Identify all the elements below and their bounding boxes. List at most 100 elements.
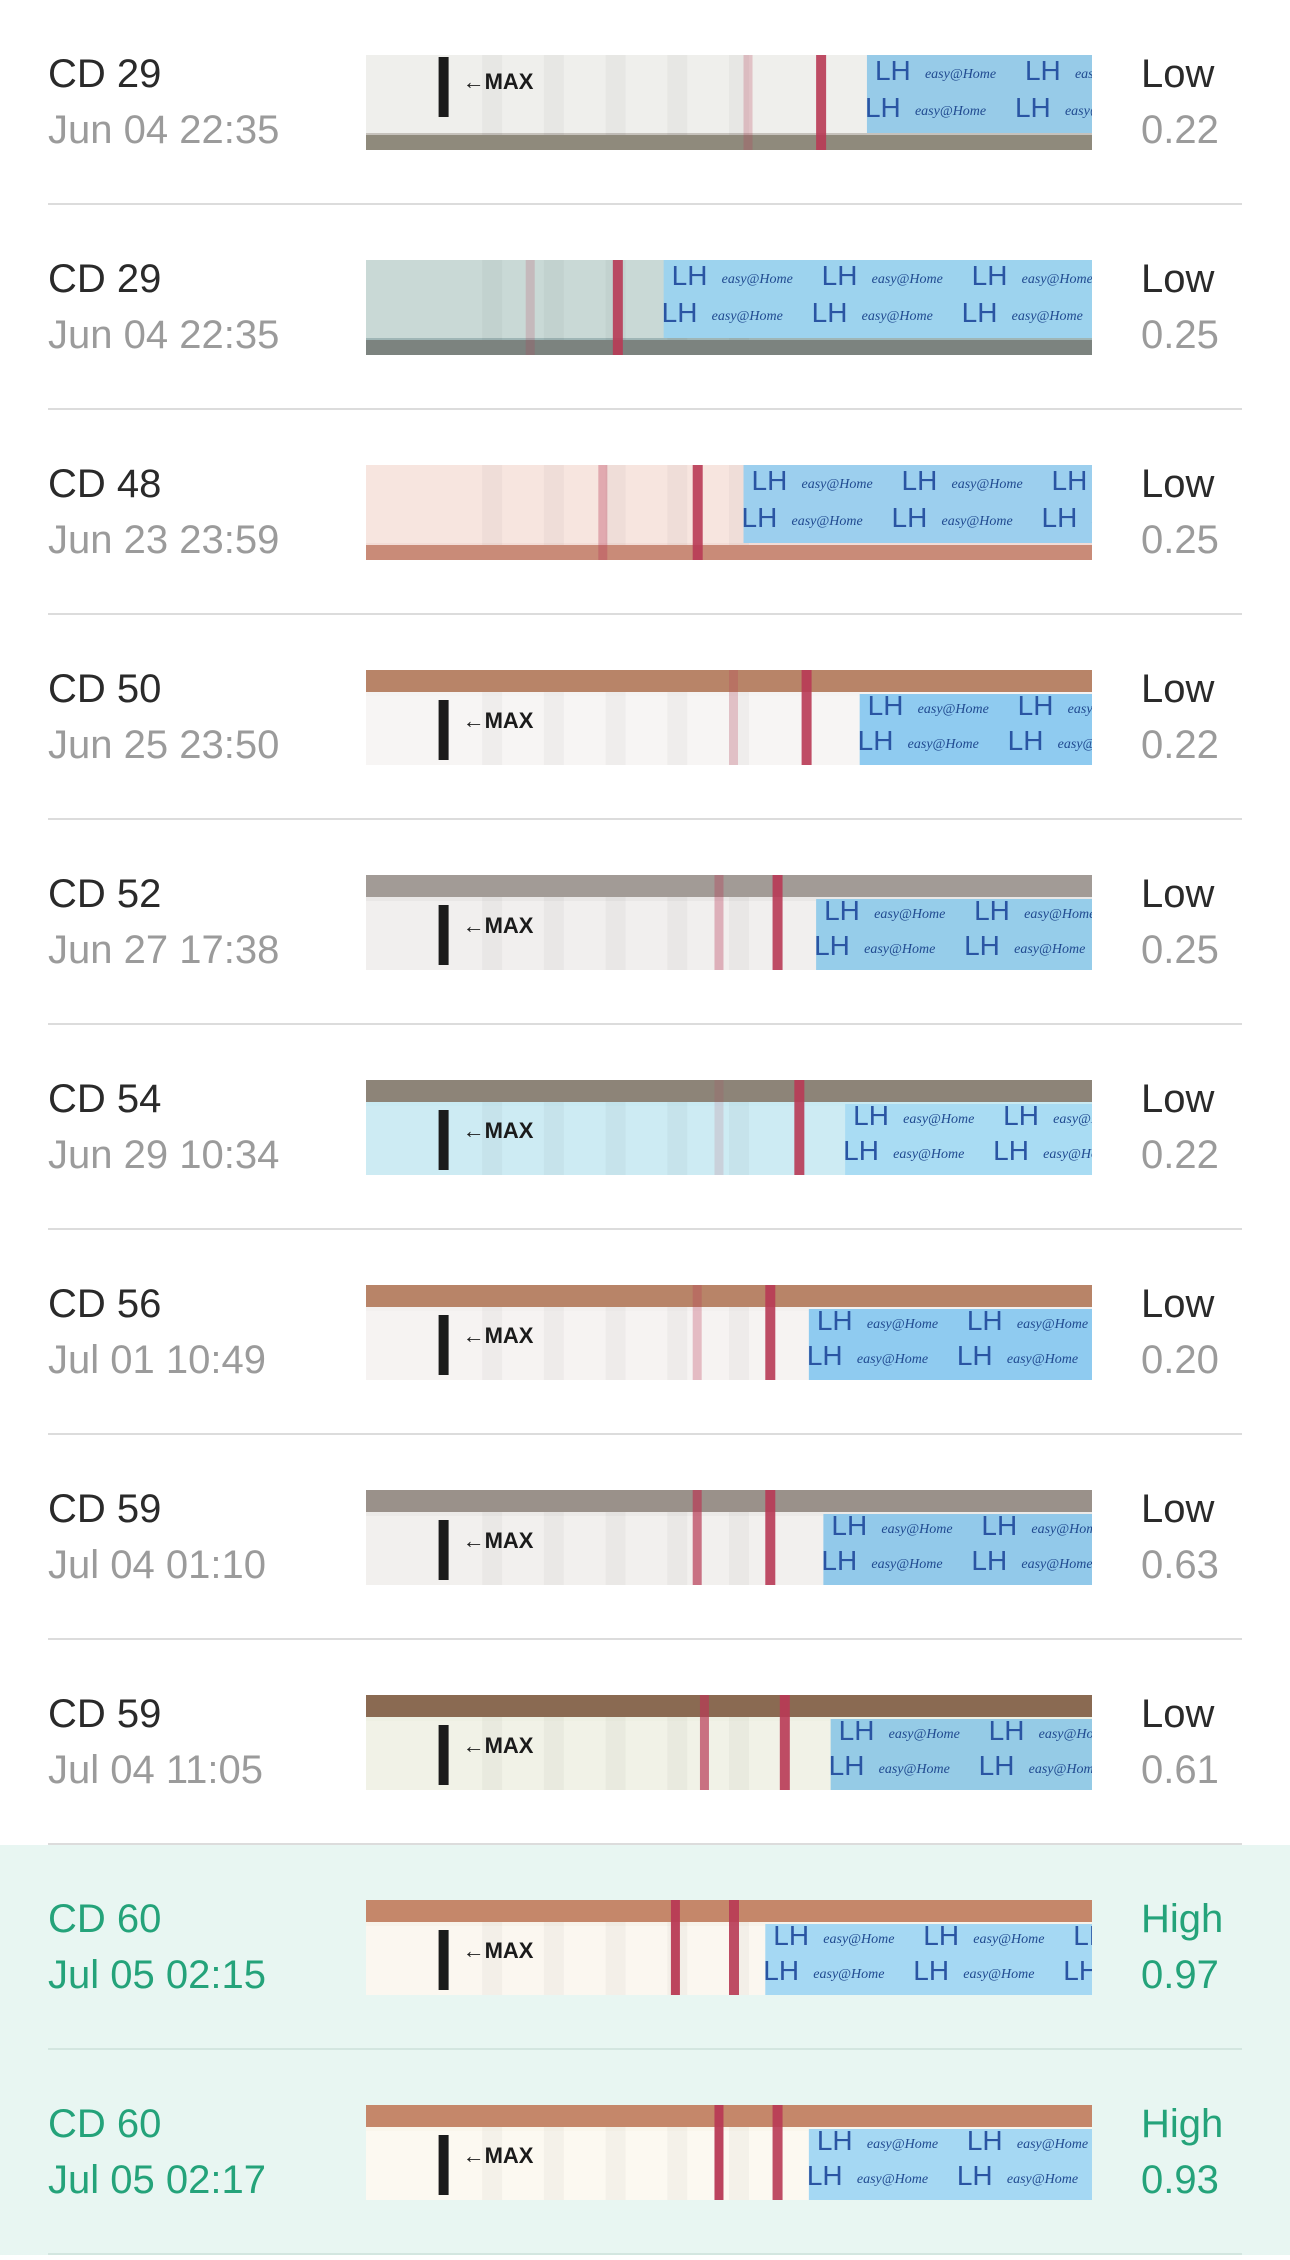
brand-mark: easy@Home [813,1967,884,1982]
lh-mark: LH [923,1920,959,1951]
test-row[interactable]: CD 52 Jun 27 17:38 ←MAX LH easy@Home LH easy… [0,820,1290,1025]
result-ratio: 0.20 [1141,1338,1219,1382]
test-timestamp: Jun 04 22:35 [48,108,280,152]
lh-mark: LH [807,1340,843,1371]
lh-mark: LH [752,465,788,496]
test-strip-photo: ←MAX LH easy@Home LH easy@Home LH easy@Home LH e… [366,875,1092,970]
lh-mark: LH [962,297,998,328]
lh-mark: LH [821,1545,857,1576]
cycle-day-label: CD 52 [48,872,162,916]
brand-mark: easy@Home [712,309,783,324]
test-strip-photo: ←MAX LH easy@Home LH easy@Home LH easy@Home LH e… [366,1285,1092,1380]
brand-mark: easy@Home [722,272,793,287]
brand-mark: easy@Home [908,737,979,752]
result-ratio: 0.61 [1141,1748,1219,1792]
result-status: Low [1141,462,1215,506]
result-status: Low [1141,872,1215,916]
max-label: ←MAX [463,1733,534,1758]
brand-mark: easy@Home [1075,67,1092,82]
brand-mark: easy@Home [792,514,863,529]
brand-mark: easy@Home [874,907,945,922]
lh-mark: LH [913,1955,949,1986]
brand-mark: easy@Home [1068,702,1092,717]
lh-mark: LH [814,930,850,961]
lh-test-list: CD 29 Jun 04 22:35 ←MAX LH easy@Home LH easy… [0,0,1290,2255]
lh-mark: LH [817,2125,853,2156]
brand-mark: easy@Home [1065,104,1092,119]
brand-mark: easy@Home [879,1762,950,1777]
brand-mark: easy@Home [1029,1762,1092,1777]
max-label: ←MAX [463,1938,534,1963]
lh-mark: LH [967,2125,1003,2156]
max-line-mark [438,1520,449,1580]
brand-mark: easy@Home [925,67,996,82]
lh-mark: LH [967,1305,1003,1336]
lh-mark: LH [902,465,938,496]
cycle-day-label: CD 56 [48,1282,162,1326]
control-line [772,2105,783,2200]
test-strip-photo: ←MAX LH easy@Home LH easy@Home LH easy@Home LH e… [366,1490,1092,1585]
test-row[interactable]: CD 60 Jul 05 02:15 ←MAX LH easy@Home LH easy… [0,1845,1290,2050]
brand-mark: easy@Home [893,1147,964,1162]
lh-mark: LH [865,92,901,123]
cycle-day-label: CD 29 [48,257,162,301]
result-ratio: 0.97 [1141,1953,1219,1997]
cycle-day-label: CD 29 [48,52,162,96]
brand-mark: easy@Home [1022,272,1092,287]
brand-mark: easy@Home [802,477,873,492]
control-line [692,465,703,560]
cycle-day-label: CD 59 [48,1692,162,1736]
brand-mark: easy@Home [1053,1112,1092,1127]
lh-mark: LH [1008,725,1044,756]
test-line [743,55,753,150]
lh-mark: LH [812,297,848,328]
result-ratio: 0.22 [1141,108,1219,152]
row-divider [48,2253,1242,2255]
test-strip-photo: ←MAX LH easy@Home LH easy@Home LH easy@Home LH e… [366,1080,1092,1175]
brand-mark: easy@Home [871,1557,942,1572]
lh-mark: LH [1052,465,1088,496]
test-row[interactable]: CD 60 Jul 05 02:17 ←MAX LH easy@Home LH easy… [0,2050,1290,2255]
brand-mark: easy@Home [918,702,989,717]
lh-mark: LH [979,1750,1015,1781]
test-row[interactable]: CD 48 Jun 23 23:59 LH easy@Home LH easy@Hom… [0,410,1290,615]
brand-mark: easy@Home [915,104,986,119]
test-row[interactable]: CD 56 Jul 01 10:49 ←MAX LH easy@Home LH easy… [0,1230,1290,1435]
test-strip-photo: ←MAX LH easy@Home LH easy@Home LH easy@Home LH e… [366,1900,1092,1995]
brand-mark: easy@Home [1007,2172,1078,2187]
brand-mark: easy@Home [963,1967,1034,1982]
result-status: Low [1141,1282,1215,1326]
test-row[interactable]: CD 50 Jun 25 23:50 ←MAX LH easy@Home LH easy… [0,615,1290,820]
lh-mark: LH [662,297,698,328]
brand-mark: easy@Home [1007,1352,1078,1367]
max-line-mark [438,57,449,117]
brand-mark: easy@Home [1024,907,1092,922]
test-strip-photo: ←MAX LH easy@Home LH easy@Home LH easy@Home LH e… [366,670,1092,765]
test-strip-photo: ←MAX LH easy@Home LH easy@Home LH easy@Home LH e… [366,2105,1092,2200]
test-row[interactable]: CD 29 Jun 04 22:35 ←MAX LH easy@Home LH easy… [0,0,1290,205]
brand-mark: easy@Home [867,1317,938,1332]
lh-mark: LH [817,1305,853,1336]
brand-mark: easy@Home [952,477,1023,492]
max-label: ←MAX [463,69,534,94]
test-row[interactable]: CD 29 Jun 04 22:35 LH easy@Home LH easy@Hom… [0,205,1290,410]
result-status: Low [1141,257,1215,301]
control-line [729,1900,739,1995]
cycle-day-label: CD 54 [48,1077,162,1121]
lh-mark: LH [858,725,894,756]
test-row[interactable]: CD 54 Jun 29 10:34 ←MAX LH easy@Home LH easy… [0,1025,1290,1230]
brand-mark: easy@Home [1039,1727,1092,1742]
test-line [714,1080,724,1175]
test-row[interactable]: CD 59 Jul 04 11:05 ←MAX LH easy@Home LH easy… [0,1640,1290,1845]
result-ratio: 0.25 [1141,518,1219,562]
max-label: ←MAX [463,1528,534,1553]
test-timestamp: Jul 04 11:05 [48,1748,263,1792]
test-row[interactable]: CD 59 Jul 04 01:10 ←MAX LH easy@Home LH easy… [0,1435,1290,1640]
lh-mark: LH [824,895,860,926]
brand-mark: easy@Home [903,1112,974,1127]
max-line-mark [438,2135,449,2195]
brand-mark: easy@Home [857,2172,928,2187]
lh-mark: LH [742,502,778,533]
cycle-day-label: CD 59 [48,1487,162,1531]
max-label: ←MAX [463,2143,534,2168]
